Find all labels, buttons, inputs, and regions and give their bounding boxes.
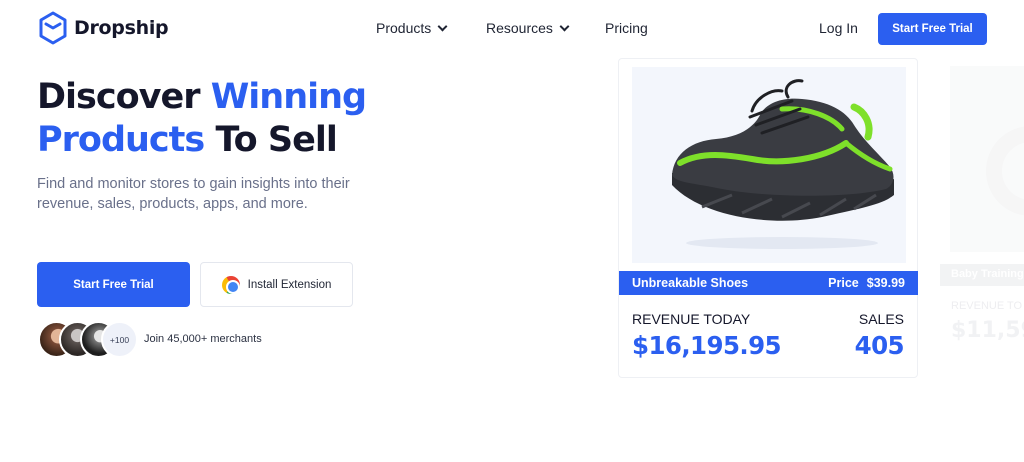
price-label: Price — [828, 276, 859, 290]
revenue-label: REVENUE TODAY — [632, 311, 751, 327]
hero-title: Discover Winning Products To Sell — [37, 76, 367, 162]
next-product-image — [950, 66, 1024, 252]
merchants-count-text: Join 45,000+ merchants — [144, 333, 262, 345]
top-navigation: Dropship Products Resources Pricing Log … — [0, 0, 1024, 58]
price-value: $39.99 — [866, 276, 905, 290]
nav-resources-label: Resources — [486, 20, 553, 36]
nav-start-trial-button[interactable]: Start Free Trial — [878, 13, 987, 45]
install-extension-button[interactable]: Install Extension — [200, 262, 353, 307]
brand-logo[interactable]: Dropship — [38, 11, 169, 45]
brand-name: Dropship — [74, 17, 169, 39]
revenue-value: $16,195.95 — [632, 331, 782, 360]
hero-title-accent: Products — [37, 120, 205, 160]
nav-products-label: Products — [376, 20, 432, 36]
sneaker-image — [672, 79, 894, 249]
sales-value: 405 — [854, 331, 905, 360]
product-price: Price $39.99 — [828, 276, 905, 290]
next-product-card[interactable]: Baby Training REVENUE TO $11,594 — [940, 58, 1024, 378]
dropship-logo-icon — [39, 11, 67, 45]
next-product-name: Baby Training — [940, 264, 1024, 286]
start-free-trial-button[interactable]: Start Free Trial — [37, 262, 190, 307]
hero-title-accent: Winning — [210, 77, 367, 117]
nav-products[interactable]: Products — [376, 20, 448, 36]
next-revenue-value: $11,594 — [951, 318, 1024, 343]
install-extension-label: Install Extension — [247, 278, 332, 291]
chrome-icon — [221, 275, 240, 294]
nav-pricing[interactable]: Pricing — [605, 20, 648, 36]
chevron-down-icon — [559, 21, 570, 31]
hero-title-part: To Sell — [215, 120, 337, 160]
hero-title-part: Discover — [37, 77, 200, 117]
nav-resources[interactable]: Resources — [486, 20, 570, 36]
login-link[interactable]: Log In — [819, 20, 858, 36]
hero-subtitle: Find and monitor stores to gain insights… — [37, 176, 350, 212]
sales-label: SALES — [858, 311, 904, 327]
chevron-down-icon — [437, 21, 448, 31]
product-name: Unbreakable Shoes — [632, 276, 749, 290]
baby-ring-image — [986, 126, 1024, 216]
merchant-avatars: +100 — [38, 321, 138, 358]
next-revenue-label: REVENUE TO — [951, 300, 1023, 312]
product-info-band: Unbreakable Shoes Price $39.99 — [619, 271, 918, 295]
product-card[interactable]: Unbreakable Shoes Price $39.99 REVENUE T… — [618, 58, 918, 378]
product-image — [632, 67, 906, 263]
nav-pricing-label: Pricing — [605, 20, 648, 36]
avatar-more-count: +100 — [101, 321, 138, 358]
